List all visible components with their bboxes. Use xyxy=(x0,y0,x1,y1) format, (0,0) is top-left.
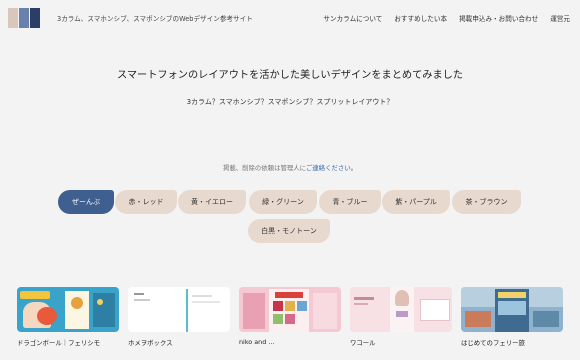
logo-swatch-beige xyxy=(8,8,18,28)
site-name[interactable]: 3カラム、スマホンシブ、スマポンシブのWebデザイン参考サイト xyxy=(57,13,253,23)
filter-purple[interactable]: 紫・パープル xyxy=(382,190,450,214)
thumb-right-panel xyxy=(313,293,337,329)
thumb-dragonball xyxy=(71,297,83,309)
logo-swatch-navy xyxy=(30,8,40,28)
thumb-product xyxy=(396,311,408,317)
nav-item-books[interactable]: おすすめしたい本 xyxy=(394,13,447,23)
thumb-product xyxy=(285,314,295,324)
thumb-character-red xyxy=(37,307,57,325)
filter-blue[interactable]: 青・ブルー xyxy=(319,190,381,214)
thumb-title xyxy=(498,292,526,298)
filter-green[interactable]: 緑・グリーン xyxy=(249,190,317,214)
card-caption[interactable]: ドラゴンボール｜フェリシモ xyxy=(17,338,119,347)
card-thumbnail[interactable] xyxy=(350,287,452,332)
filter-all[interactable]: ぜーんぶ xyxy=(58,190,114,214)
card-thumbnail[interactable] xyxy=(17,287,119,332)
filter-monotone[interactable]: 白黒・モノトーン xyxy=(248,219,330,243)
thumb-ship xyxy=(498,301,526,315)
card-thumbnail[interactable] xyxy=(128,287,230,332)
card-caption[interactable]: ワコール xyxy=(350,338,452,347)
card-caption[interactable]: ホメヲボックス xyxy=(128,338,230,347)
thumb-card xyxy=(420,299,450,321)
site-header: 3カラム、スマホンシブ、スマポンシブのWebデザイン参考サイト サンカラムについ… xyxy=(0,0,580,36)
thumb-model xyxy=(395,290,409,306)
filter-yellow[interactable]: 黄・イエロー xyxy=(178,190,246,214)
thumb-left-panel xyxy=(243,293,265,329)
thumb-logo xyxy=(20,291,50,299)
thumb-line xyxy=(134,293,144,295)
card-thumbnail[interactable] xyxy=(239,287,341,332)
contact-notice: 掲載、削除の依頼は管理人にご連絡ください。 xyxy=(0,163,580,172)
thumb-product xyxy=(273,301,283,311)
thumb-photo xyxy=(533,311,559,327)
thumb-divider xyxy=(186,289,188,332)
gallery-card[interactable]: ワコール xyxy=(350,287,452,347)
gallery-card[interactable]: ドラゴンボール｜フェリシモ xyxy=(17,287,119,347)
gallery-card[interactable]: はじめてのフェリー旅 xyxy=(461,287,563,347)
filter-brown[interactable]: 茶・ブラウン xyxy=(452,190,521,214)
thumb-product xyxy=(297,301,307,311)
thumb-product xyxy=(285,301,295,311)
gallery-card[interactable]: niko and … xyxy=(239,287,341,346)
thumb-side-panel xyxy=(93,293,115,327)
notice-text: 掲載、削除の依頼は管理人に xyxy=(222,164,306,172)
thumb-line xyxy=(192,301,220,303)
card-caption[interactable]: niko and … xyxy=(239,338,341,346)
thumb-dot xyxy=(97,299,103,305)
logo-swatch-blue xyxy=(19,8,29,28)
nav-item-about[interactable]: サンカラムについて xyxy=(323,13,382,23)
thumb-photo xyxy=(465,311,491,327)
card-thumbnail[interactable] xyxy=(461,287,563,332)
card-caption[interactable]: はじめてのフェリー旅 xyxy=(461,338,563,347)
main-nav: サンカラムについて おすすめしたい本 掲載申込み・お問い合わせ 運営元 xyxy=(323,13,570,23)
thumb-product xyxy=(273,314,283,324)
page-subtitle: 3カラム？スマホンシブ？スマポンシブ？スプリットレイアウト？ xyxy=(186,98,394,106)
nav-item-contact[interactable]: 掲載申込み・お問い合わせ xyxy=(459,13,538,23)
filter-red[interactable]: 赤・レッド xyxy=(115,190,177,214)
thumb-line xyxy=(354,297,374,300)
nav-item-operator[interactable]: 運営元 xyxy=(550,13,570,23)
site-logo[interactable] xyxy=(8,8,40,28)
gallery-card[interactable]: ホメヲボックス xyxy=(128,287,230,347)
thumb-line xyxy=(354,303,368,305)
thumb-line xyxy=(192,295,212,297)
thumb-line xyxy=(134,299,150,301)
page-title: スマートフォンのレイアウトを活かした美しいデザインをまとめてみました xyxy=(116,70,464,81)
thumb-title-bar xyxy=(275,292,303,298)
contact-link[interactable]: ご連絡ください。 xyxy=(306,164,357,172)
